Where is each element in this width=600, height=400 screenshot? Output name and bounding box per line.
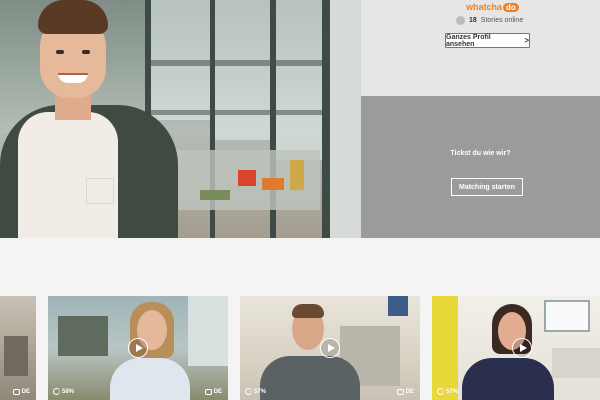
language-badge: DE — [396, 389, 414, 395]
match-percent: 57% — [245, 388, 266, 395]
stories-count: 18 — [469, 17, 477, 24]
video-thumbnail[interactable]: DE — [0, 296, 36, 400]
speech-bubble-icon — [396, 389, 404, 395]
matching-panel — [361, 96, 600, 238]
language-badge: DE — [12, 389, 30, 395]
hero-person-hair — [38, 0, 108, 34]
whatchado-logo[interactable]: whatcha do — [466, 2, 519, 12]
hero-person-shirt — [18, 112, 118, 238]
video-thumbnail[interactable]: 57% DE — [240, 296, 420, 400]
full-profile-button[interactable]: Ganzes Profil ansehen > — [445, 33, 530, 48]
match-ring-icon — [245, 388, 252, 395]
stories-online: 18 Stories online — [456, 16, 523, 25]
stories-label: Stories online — [480, 17, 524, 24]
company-avatar-icon — [456, 16, 465, 25]
matching-question: Tickst du wie wir? — [450, 150, 511, 157]
profile-panel — [361, 0, 600, 96]
match-ring-icon — [437, 388, 444, 395]
speech-bubble-icon — [12, 389, 20, 395]
page: whatcha do 18 Stories online Ganzes Profi… — [0, 0, 600, 400]
hero-video[interactable] — [0, 0, 361, 238]
match-ring-icon — [53, 388, 60, 395]
play-icon[interactable] — [512, 338, 532, 358]
match-percent: 57% — [437, 388, 458, 395]
play-icon[interactable] — [128, 338, 148, 358]
speech-bubble-icon — [204, 389, 212, 395]
video-thumbnail[interactable]: 57% — [432, 296, 600, 400]
video-thumbnail[interactable]: 58% DE — [48, 296, 228, 400]
play-icon[interactable] — [320, 338, 340, 358]
start-matching-button[interactable]: Matching starten — [451, 178, 523, 196]
language-badge: DE — [204, 389, 222, 395]
chevron-right-icon: > — [524, 36, 529, 45]
match-percent: 58% — [53, 388, 74, 395]
